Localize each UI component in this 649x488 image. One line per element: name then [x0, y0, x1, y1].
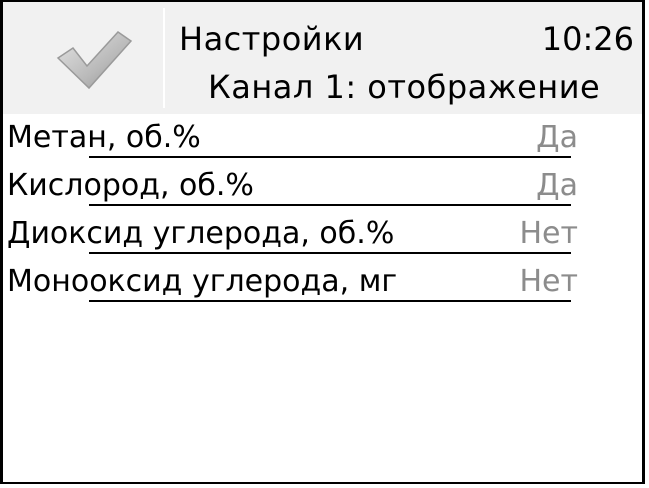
- row-divider: [89, 252, 571, 254]
- row-divider: [89, 156, 571, 158]
- list-item-carbon-dioxide[interactable]: Диоксид углерода, об.% Нет: [3, 210, 642, 258]
- list-item-value: Нет: [519, 216, 579, 251]
- settings-list: Метан, об.% Да Кислород, об.% Да Диоксид…: [3, 114, 642, 306]
- list-item-value: Да: [536, 168, 578, 203]
- page-title: Настройки: [179, 20, 365, 58]
- list-item-value: Нет: [519, 264, 579, 299]
- header-bar: Настройки 10:26 Канал 1: отображение: [3, 2, 642, 114]
- list-item-label: Монооксид углерода, мг: [7, 264, 398, 299]
- list-item-methane[interactable]: Метан, об.% Да: [3, 114, 642, 162]
- device-screen: Настройки 10:26 Канал 1: отображение Мет…: [0, 0, 645, 484]
- row-divider: [89, 300, 571, 302]
- page-subtitle: Канал 1: отображение: [208, 68, 601, 106]
- clock: 10:26: [541, 20, 634, 58]
- checkmark-icon: [56, 31, 133, 90]
- confirm-button[interactable]: [13, 8, 165, 108]
- list-item-oxygen[interactable]: Кислород, об.% Да: [3, 162, 642, 210]
- list-item-label: Метан, об.%: [7, 120, 201, 155]
- list-item-carbon-monoxide[interactable]: Монооксид углерода, мг Нет: [3, 258, 642, 306]
- list-item-value: Да: [536, 120, 578, 155]
- list-item-label: Диоксид углерода, об.%: [7, 216, 395, 251]
- list-item-label: Кислород, об.%: [7, 168, 254, 203]
- row-divider: [89, 204, 571, 206]
